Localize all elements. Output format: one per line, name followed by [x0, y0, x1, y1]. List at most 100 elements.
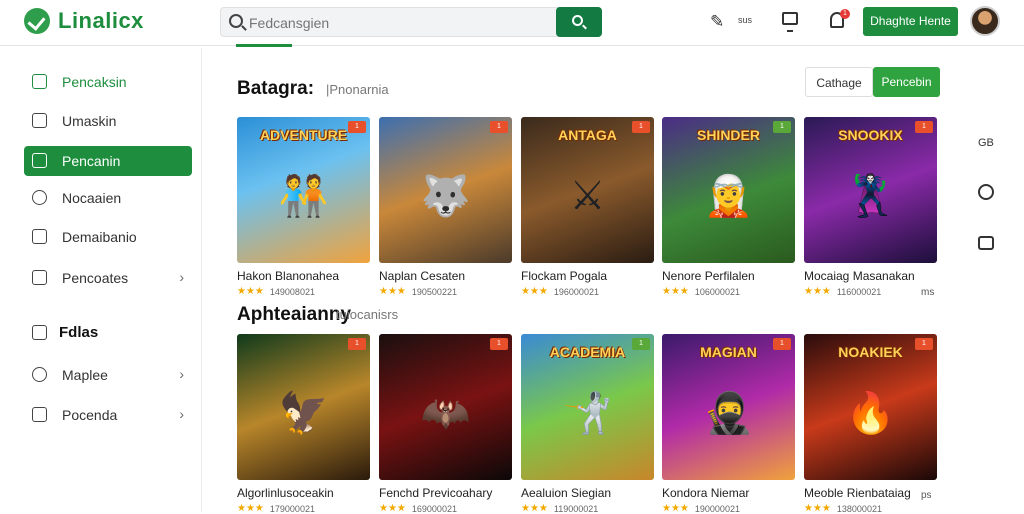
sidebar-item-pencanin[interactable]: Pencanin: [24, 146, 192, 176]
download-count: 116000021: [836, 286, 882, 297]
character-art: 🦹: [845, 174, 896, 219]
game-thumbnail[interactable]: 🐺 1: [379, 117, 512, 263]
chevron-right-icon: ›: [179, 366, 184, 382]
monitor-icon[interactable]: [782, 12, 798, 32]
download-count: 138000021: [836, 503, 882, 514]
rating-tag: 1: [348, 338, 366, 350]
section-subtitle: |Pnonarnia: [326, 82, 389, 97]
character-art: 🧑‍🤝‍🧑: [278, 174, 329, 219]
rating-tag: 1: [348, 121, 366, 133]
game-title[interactable]: Kondora Niemar: [662, 486, 796, 500]
star-rating-icon: ★★★: [237, 286, 264, 297]
game-title[interactable]: Aealuion Siegian: [521, 486, 655, 500]
game-card[interactable]: SHINDER 🧝 1 Nenore Perfilalen ★★★ 106000021: [662, 117, 796, 297]
sidebar-item-label: Pencoates: [62, 270, 129, 286]
sidebar-item-umaskin[interactable]: Umaskin: [24, 106, 192, 136]
game-title[interactable]: Naplan Cesaten: [379, 269, 513, 283]
game-title[interactable]: Hakon Blanonahea: [237, 269, 371, 283]
download-count: 169000021: [411, 503, 457, 514]
search-input[interactable]: [249, 13, 549, 33]
grid-icon[interactable]: GB: [978, 137, 994, 149]
game-thumbnail[interactable]: ADVENTURE 🧑‍🤝‍🧑 1: [237, 117, 370, 263]
game-thumbnail[interactable]: 🦇 1: [379, 334, 512, 480]
sidebar-section-header: Fdlas: [32, 324, 98, 341]
game-title[interactable]: Fenchd Previcoahary: [379, 486, 513, 500]
pencil-label: sus: [738, 15, 753, 25]
game-title[interactable]: Meoble Rienbataiag: [804, 486, 938, 500]
game-thumbnail[interactable]: SNOOKIX 🦹 1: [804, 117, 937, 263]
folder-icon: [32, 325, 47, 340]
game-card[interactable]: ANTAGA ⚔ 1 Flockam Pogala ★★★ 196000021: [521, 117, 655, 297]
game-thumbnail[interactable]: 🦅 1: [237, 334, 370, 480]
section-title: Batagra:: [237, 78, 315, 99]
character-art: 🐺: [420, 174, 471, 219]
app-logo[interactable]: Linalicx: [24, 8, 144, 34]
character-art: 🔥: [845, 391, 896, 436]
game-title[interactable]: Flockam Pogala: [521, 269, 655, 283]
game-card[interactable]: 🦇 1 Fenchd Previcoahary ★★★ 169000021: [379, 334, 513, 514]
info-icon[interactable]: [978, 184, 994, 200]
game-title[interactable]: Algorlinlusoceakin: [237, 486, 371, 500]
game-card[interactable]: ACADEMIA 🤺 1 Aealuion Siegian ★★★ 119000021: [521, 334, 655, 514]
rating-tag: 1: [915, 338, 933, 350]
cta-button[interactable]: Dhaghte Hente: [863, 7, 958, 36]
game-thumbnail[interactable]: SHINDER 🧝 1: [662, 117, 795, 263]
primary-filter-button[interactable]: Pencebin: [873, 67, 940, 97]
game-card[interactable]: SNOOKIX 🦹 1 Mocaiag Masanakan ★★★ 116000021: [804, 117, 938, 297]
game-meta: ★★★ 116000021: [804, 286, 938, 297]
star-rating-icon: ★★★: [521, 286, 548, 297]
section-title: Aphteaianny: [237, 304, 352, 325]
game-thumbnail[interactable]: ANTAGA ⚔ 1: [521, 117, 654, 263]
game-meta: ★★★ 196000021: [521, 286, 655, 297]
pencil-icon[interactable]: ✎: [710, 12, 728, 31]
game-title[interactable]: Mocaiag Masanakan: [804, 269, 938, 283]
sidebar-item-pocenda[interactable]: Pocenda ›: [24, 400, 192, 430]
game-thumbnail[interactable]: NOAKIEK 🔥 1: [804, 334, 937, 480]
document-icon: [32, 270, 47, 285]
download-count: 190000021: [694, 503, 740, 514]
list-icon: [32, 229, 47, 244]
sidebar-item-label: Pencaksin: [62, 74, 127, 90]
game-meta: ★★★ 190500221: [379, 286, 513, 297]
rating-tag: 1: [490, 121, 508, 133]
character-art: 🧝: [703, 174, 754, 219]
game-thumbnail[interactable]: ACADEMIA 🤺 1: [521, 334, 654, 480]
search-bar: [220, 7, 602, 37]
more-label[interactable]: ms: [921, 287, 934, 298]
game-title[interactable]: Nenore Perfilalen: [662, 269, 796, 283]
sidebar-item-label: Nocaaien: [62, 190, 122, 206]
download-count: 190500221: [411, 286, 457, 297]
sidebar-item-pencoates[interactable]: Pencoates ›: [24, 263, 192, 293]
search-button[interactable]: [556, 7, 602, 37]
chevron-right-icon: ›: [179, 269, 184, 285]
logo-text: Linalicx: [58, 8, 144, 33]
search-icon: [572, 15, 583, 26]
game-card[interactable]: 🦅 1 Algorlinlusoceakin ★★★ 179000021: [237, 334, 371, 514]
sidebar-item-label: Umaskin: [62, 113, 117, 129]
game-card[interactable]: 🐺 1 Naplan Cesaten ★★★ 190500221: [379, 117, 513, 297]
download-count: 119000021: [553, 503, 599, 514]
filter-button[interactable]: Cathage: [805, 67, 873, 97]
sidebar-item-maplee[interactable]: Maplee ›: [24, 360, 192, 390]
sidebar-item-nocaaien[interactable]: Nocaaien: [24, 183, 192, 213]
rating-tag: 1: [490, 338, 508, 350]
game-thumbnail[interactable]: MAGIAN 🥷 1: [662, 334, 795, 480]
star-rating-icon: ★★★: [662, 286, 689, 297]
more-label[interactable]: ps: [921, 490, 932, 501]
square-icon: [32, 74, 47, 89]
rating-tag: 1: [915, 121, 933, 133]
sidebar-item-pencaksin[interactable]: Pencaksin: [24, 67, 192, 97]
game-card[interactable]: MAGIAN 🥷 1 Kondora Niemar ★★★ 190000021: [662, 334, 796, 514]
game-meta: ★★★ 119000021: [521, 503, 655, 514]
sidebar-item-demaibanio[interactable]: Demaibanio: [24, 222, 192, 252]
game-card[interactable]: NOAKIEK 🔥 1 Meoble Rienbataiag ★★★ 138000021: [804, 334, 938, 514]
game-card[interactable]: ADVENTURE 🧑‍🤝‍🧑 1 Hakon Blanonahea ★★★ 149008…: [237, 117, 371, 297]
download-count: 106000021: [694, 286, 740, 297]
game-meta: ★★★ 179000021: [237, 503, 371, 514]
avatar[interactable]: [970, 6, 1000, 36]
sidebar: Pencaksin Umaskin Pencanin Nocaaien Dema…: [10, 48, 202, 512]
window-icon[interactable]: [978, 236, 994, 250]
logo-icon: [24, 8, 50, 34]
download-count: 196000021: [553, 286, 599, 297]
star-rating-icon: ★★★: [662, 503, 689, 514]
